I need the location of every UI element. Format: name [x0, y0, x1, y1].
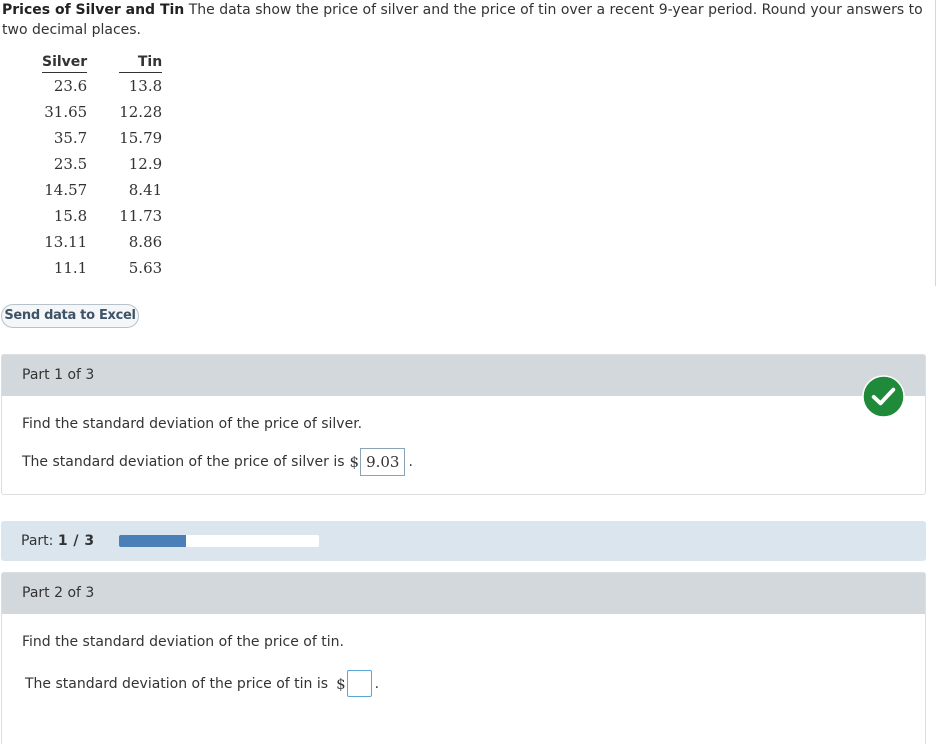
part-2-answer-line: The standard deviation of the price of t… [25, 670, 379, 697]
currency-symbol: $ [349, 453, 360, 471]
part-1-answer-field[interactable]: 9.03 [360, 448, 406, 476]
table-row: 15.8 11.73 [42, 203, 162, 229]
part-2-header: Part 2 of 3 [2, 573, 925, 614]
tin-cell: 8.86 [128, 233, 163, 251]
silver-cell: 23.5 [53, 155, 88, 173]
progress-label: Part: 1 / 3 [21, 532, 95, 550]
check-circle-icon [862, 375, 905, 418]
progress-count: 1 / 3 [57, 533, 95, 549]
problem-statement: Prices of Silver and Tin The data show t… [2, 0, 932, 40]
part-2-question: Find the standard deviation of the price… [22, 634, 344, 650]
part-2-card: Part 2 of 3 Find the standard deviation … [1, 572, 926, 744]
table-row: 31.65 12.28 [42, 99, 162, 125]
tin-cell: 13.8 [128, 77, 163, 95]
silver-cell: 23.6 [53, 77, 88, 95]
silver-cell: 11.1 [53, 259, 88, 277]
part-progress: Part: 1 / 3 [1, 521, 926, 561]
table-row: 13.11 8.86 [42, 229, 162, 255]
table-row: 11.1 5.63 [42, 255, 162, 281]
send-data-to-excel-button[interactable]: Send data to Excel [1, 304, 139, 328]
tin-cell: 11.73 [119, 207, 163, 225]
table-row: 14.57 8.41 [42, 177, 162, 203]
problem-title: Prices of Silver and Tin [2, 2, 185, 18]
sentence-period: . [408, 454, 413, 470]
part-1-answer-line: The standard deviation of the price of s… [22, 448, 413, 476]
page: Prices of Silver and Tin The data show t… [0, 0, 937, 744]
currency-symbol: $ [336, 674, 346, 693]
progress-fill [119, 535, 186, 547]
tin-cell: 5.63 [128, 259, 163, 277]
silver-cell: 35.7 [53, 129, 88, 147]
part-1-card: Part 1 of 3 Find the standard deviation … [1, 354, 926, 495]
tin-cell: 15.79 [119, 129, 163, 147]
tin-cell: 8.41 [128, 181, 163, 199]
column-header-silver: Silver [42, 52, 88, 73]
part-1-question: Find the standard deviation of the price… [22, 416, 363, 432]
silver-cell: 15.8 [53, 207, 88, 225]
table-row: 23.6 13.8 [42, 73, 162, 100]
tin-cell: 12.28 [119, 103, 163, 121]
part-1-header: Part 1 of 3 [2, 355, 925, 396]
progress-track [119, 535, 319, 547]
part-2-answer-prefix: The standard deviation of the price of t… [25, 675, 329, 692]
table-row: 35.7 15.79 [42, 125, 162, 151]
silver-cell: 31.65 [44, 103, 88, 121]
silver-cell: 13.11 [44, 233, 88, 251]
table-header-row: Silver Tin [42, 52, 163, 73]
part-2-answer-field[interactable] [346, 670, 372, 697]
tin-cell: 12.9 [128, 155, 163, 173]
table-row: 23.5 12.9 [42, 151, 162, 177]
progress-prefix: Part: [21, 533, 54, 549]
part-1-answer-prefix: The standard deviation of the price of s… [22, 454, 345, 470]
column-header-tin: Tin [119, 52, 163, 73]
divider [935, 0, 936, 286]
sentence-period: . [374, 675, 380, 692]
silver-cell: 14.57 [44, 181, 88, 199]
data-table: Silver Tin 23.6 13.8 31.65 12.28 35.7 15… [42, 52, 163, 281]
